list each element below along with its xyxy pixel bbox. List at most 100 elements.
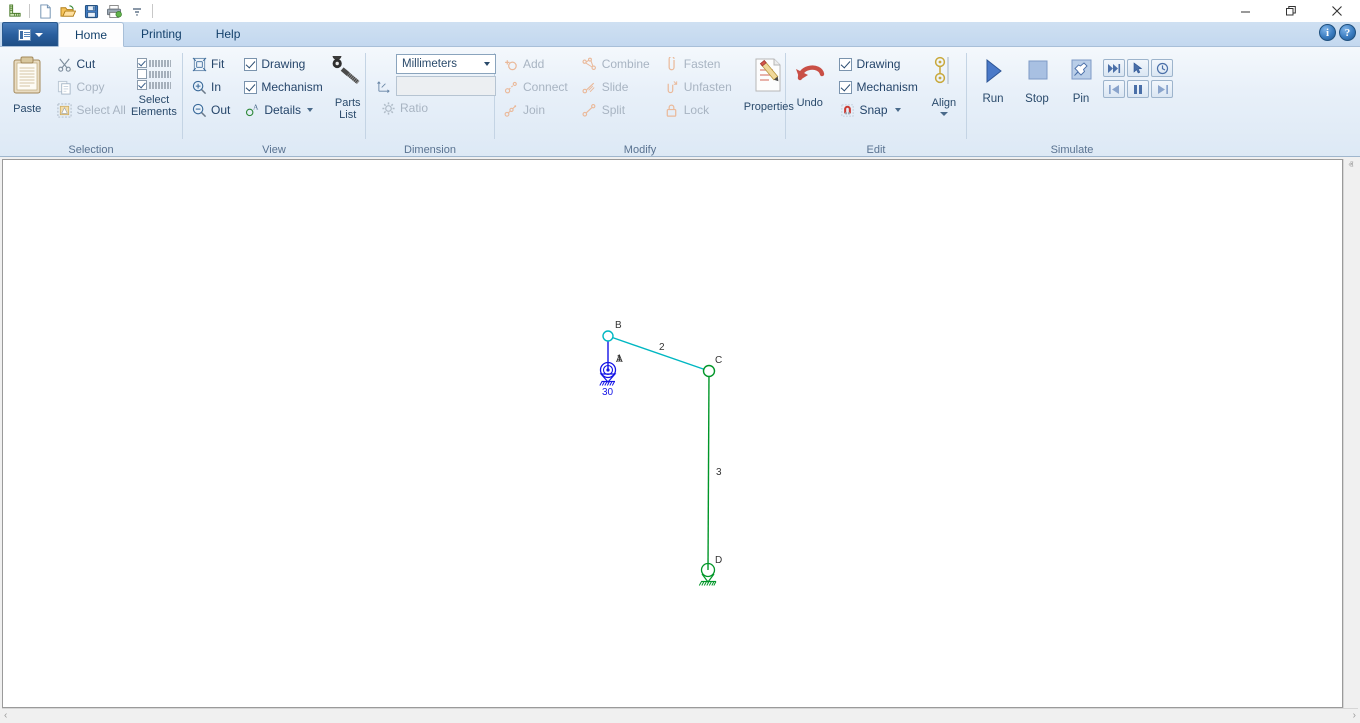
pin-icon <box>1068 57 1094 88</box>
tab-home[interactable]: Home <box>58 22 124 47</box>
ratio-icon <box>380 100 396 116</box>
scroll-left-arrow[interactable]: ‹ <box>4 711 7 721</box>
step-back-icon[interactable] <box>1103 80 1125 98</box>
node-C[interactable] <box>704 366 715 377</box>
customize-qat-icon[interactable] <box>127 1 147 21</box>
run-button[interactable]: Run <box>971 53 1015 105</box>
tab-printing-label: Printing <box>141 27 182 41</box>
unfasten-button[interactable]: Unfasten <box>660 76 736 98</box>
node-A-motor[interactable] <box>600 363 616 386</box>
stop-label: Stop <box>1025 93 1049 105</box>
edit-drawing-checkbox[interactable] <box>839 58 852 71</box>
ribbon-group-modify: Add Connect Join Combine Slide Split Fas… <box>495 49 785 157</box>
fast-forward-icon[interactable] <box>1103 59 1125 77</box>
lock-button[interactable]: Lock <box>660 99 736 121</box>
parts-list-label-line1: Parts <box>335 97 361 109</box>
info-icon[interactable]: i <box>1319 24 1336 41</box>
vertical-scrollbar[interactable]: ⱏ ⱟ <box>1343 159 1358 708</box>
element-filter-checkbox-1 <box>137 58 147 68</box>
select-elements-icon <box>137 56 171 90</box>
add-button[interactable]: Add <box>499 53 572 75</box>
length-dimension-icon <box>376 79 392 94</box>
horizontal-scrollbar[interactable]: ‹ › <box>2 708 1358 723</box>
copy-button[interactable]: Copy <box>52 76 129 98</box>
save-icon[interactable] <box>81 1 101 21</box>
zoom-out-button[interactable]: Out <box>187 99 234 121</box>
snap-chevron-down-icon[interactable] <box>895 108 901 112</box>
join-button[interactable]: Join <box>499 99 572 121</box>
node-B[interactable] <box>603 331 613 341</box>
group-title-simulate: Simulate <box>971 143 1173 157</box>
app-logo-icon[interactable] <box>4 1 24 21</box>
combine-label: Combine <box>602 57 650 71</box>
step-forward-icon[interactable] <box>1151 80 1173 98</box>
print-icon[interactable] <box>104 1 124 21</box>
tab-help[interactable]: Help <box>199 22 258 46</box>
snap-button[interactable]: Snap <box>835 99 921 121</box>
edit-mechanism-toggle[interactable]: Mechanism <box>835 76 921 98</box>
selection-command-list: Cut Copy Select All <box>52 53 129 121</box>
paste-button[interactable]: Paste <box>4 53 50 115</box>
tab-printing[interactable]: Printing <box>124 22 199 46</box>
units-select[interactable]: Millimeters <box>396 54 496 74</box>
chevron-down-icon[interactable] <box>484 62 490 66</box>
align-button[interactable]: Align <box>926 53 962 116</box>
fit-button[interactable]: Fit <box>187 53 234 75</box>
select-all-button[interactable]: Select All <box>52 99 129 121</box>
pin-button[interactable]: Pin <box>1059 53 1103 105</box>
restore-button[interactable] <box>1268 0 1314 22</box>
close-button[interactable] <box>1314 0 1360 22</box>
cut-button[interactable]: Cut <box>52 53 129 75</box>
scissors-icon <box>56 56 72 72</box>
element-filter-row-2 <box>137 69 171 79</box>
element-filter-row-3 <box>137 80 171 90</box>
help-icon[interactable]: ? <box>1339 24 1356 41</box>
scroll-up-arrow[interactable]: ⱏ <box>1349 161 1354 171</box>
slide-button[interactable]: Slide <box>578 76 654 98</box>
element-filter-label-3 <box>149 82 171 89</box>
application-menu-button[interactable] <box>2 22 58 46</box>
node-D-label: D <box>715 555 722 566</box>
pointer-icon[interactable] <box>1127 59 1149 77</box>
chevron-down-icon <box>35 33 43 37</box>
view-zoom-list: Fit In Out <box>187 53 234 121</box>
undo-button[interactable]: Undo <box>790 53 829 109</box>
zoom-in-button[interactable]: In <box>187 76 234 98</box>
workspace: B C A 30 D 1 2 3 ⱏ ⱟ ‹ › <box>0 157 1360 723</box>
connect-button[interactable]: Connect <box>499 76 572 98</box>
fasten-button[interactable]: Fasten <box>660 53 736 75</box>
align-chevron-down-icon[interactable] <box>940 112 948 116</box>
svg-text:A: A <box>253 103 259 112</box>
clock-icon[interactable] <box>1151 59 1173 77</box>
split-button[interactable]: Split <box>578 99 654 121</box>
qat-separator <box>29 4 30 18</box>
run-label: Run <box>982 93 1003 105</box>
ratio-button[interactable]: Ratio <box>376 97 432 119</box>
open-icon[interactable] <box>58 1 78 21</box>
details-button[interactable]: A Details <box>240 99 326 121</box>
drawing-canvas[interactable]: B C A 30 D 1 2 3 <box>2 159 1343 708</box>
select-elements-label: Select Elements <box>130 94 178 118</box>
combine-button[interactable]: Combine <box>578 53 654 75</box>
qat-separator-2 <box>152 4 153 18</box>
edit-mechanism-label: Mechanism <box>856 80 917 94</box>
zoom-out-icon <box>191 102 207 118</box>
scroll-right-arrow[interactable]: › <box>1353 711 1356 721</box>
link-3-line[interactable] <box>708 371 709 570</box>
stop-button[interactable]: Stop <box>1015 53 1059 105</box>
mechanism-checkbox[interactable] <box>244 81 257 94</box>
view-drawing-toggle[interactable]: Drawing <box>240 53 326 75</box>
view-mechanism-toggle[interactable]: Mechanism <box>240 76 326 98</box>
new-icon[interactable] <box>35 1 55 21</box>
combine-icon <box>582 56 598 72</box>
drawing-checkbox[interactable] <box>244 58 257 71</box>
edit-drawing-toggle[interactable]: Drawing <box>835 53 921 75</box>
simulation-transport-controls <box>1103 53 1173 98</box>
select-elements-button[interactable]: Select Elements <box>130 53 178 118</box>
pause-icon[interactable] <box>1127 80 1149 98</box>
length-input[interactable] <box>396 76 496 96</box>
parts-list-button[interactable]: Parts List <box>331 53 365 121</box>
minimize-button[interactable] <box>1222 0 1268 22</box>
details-chevron-down-icon[interactable] <box>307 108 313 112</box>
edit-mechanism-checkbox[interactable] <box>839 81 852 94</box>
